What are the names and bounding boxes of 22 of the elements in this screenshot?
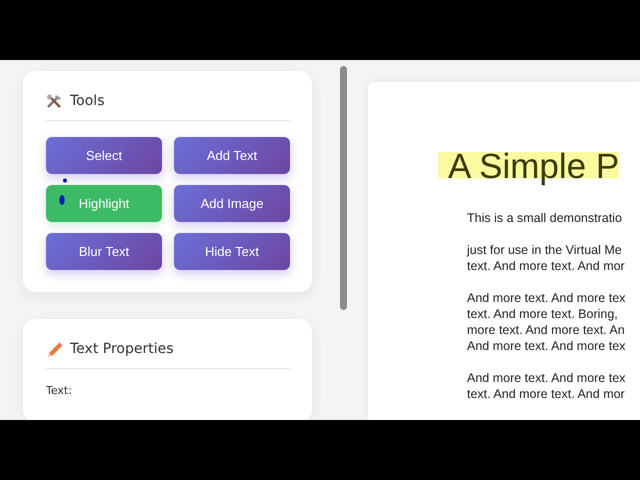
tools-icon xyxy=(46,94,63,109)
field-label: Text: xyxy=(46,383,73,399)
text-line: text. And more text. Boring, xyxy=(467,306,618,322)
text-line: And more text. And more tex xyxy=(467,290,626,306)
scrollbar-thumb[interactable] xyxy=(340,66,347,310)
ink-mark-drawing xyxy=(59,178,67,208)
card-title: Tools xyxy=(70,92,104,111)
text-line: text. And more text. And mor xyxy=(467,386,625,402)
tool-button[interactable]: Add Image xyxy=(174,185,290,222)
text-line: This is a small demonstratio xyxy=(467,210,622,226)
tool-button[interactable]: Hide Text xyxy=(174,233,290,270)
tool-button[interactable]: Add Text xyxy=(174,137,290,174)
pencil-icon xyxy=(46,341,63,358)
text-line: more text. And more text. An xyxy=(467,322,625,338)
text-line: just for use in the Virtual Me xyxy=(467,242,622,258)
tool-button[interactable]: Select xyxy=(46,137,162,174)
card-title: Text Properties xyxy=(70,340,174,359)
text-line: text. And more text. And mor xyxy=(467,258,625,274)
tool-button[interactable]: Blur Text xyxy=(46,233,162,270)
text-line: And more text. And more tex xyxy=(467,338,626,354)
document-title: A Simple P xyxy=(438,149,620,185)
text-line: And more text. And more tex xyxy=(467,370,626,386)
